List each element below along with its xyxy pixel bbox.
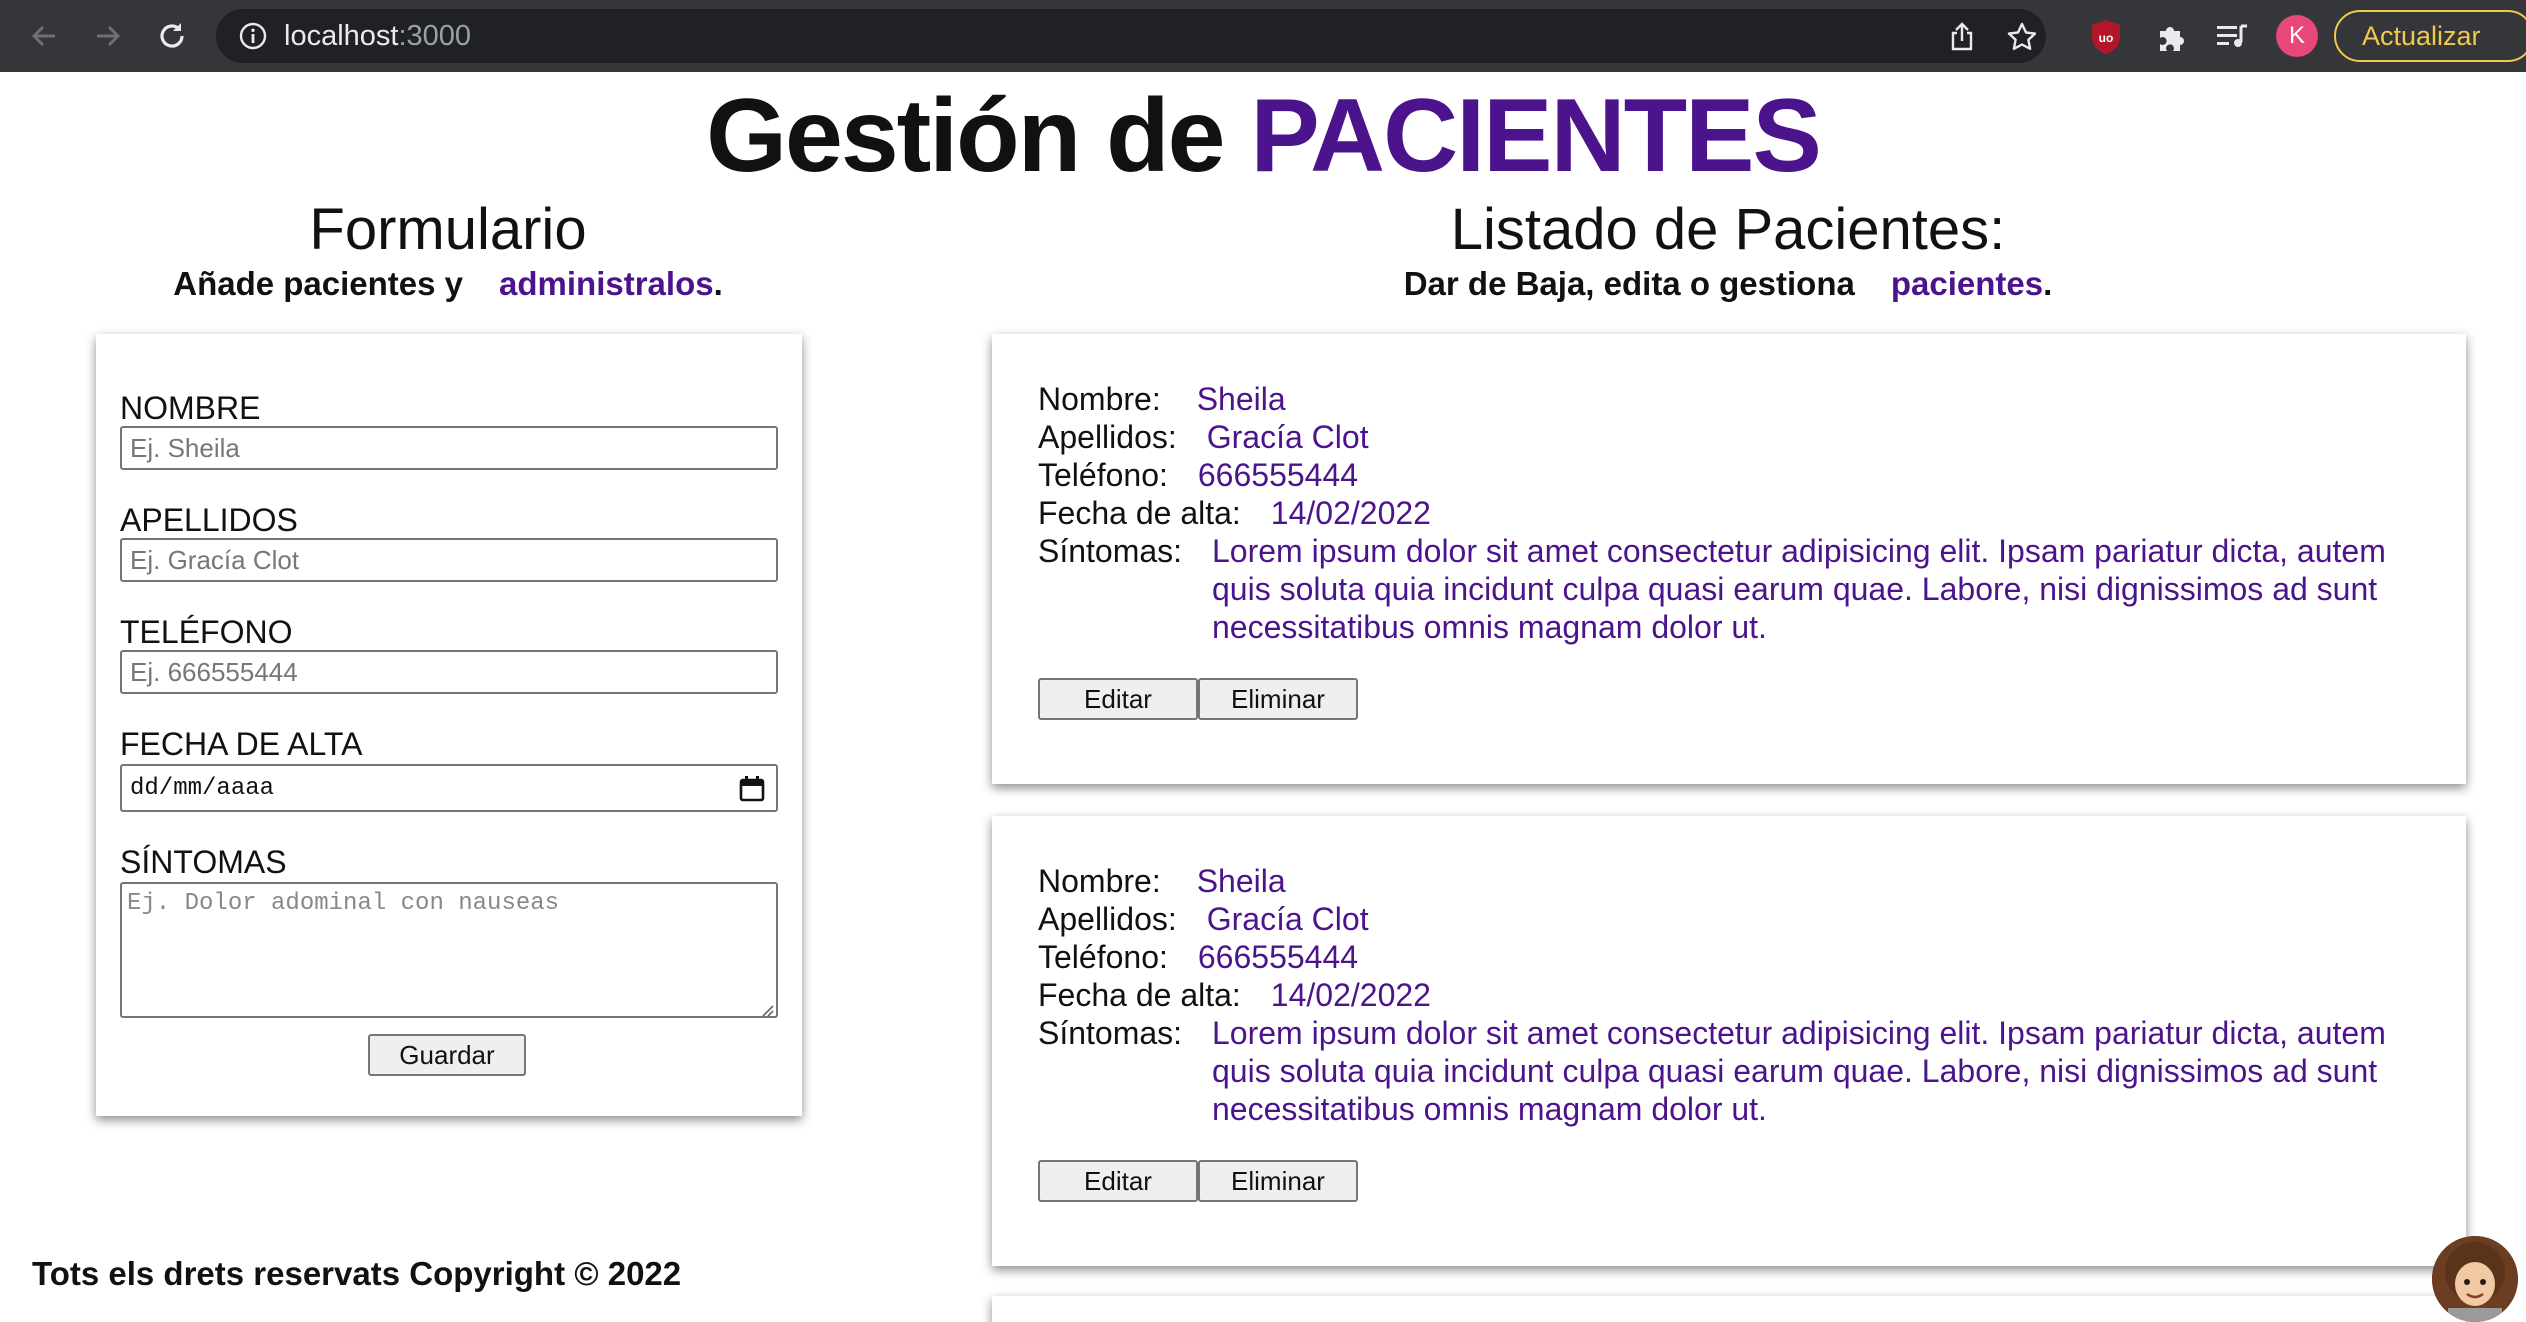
list-subtitle-accent: pacientes — [1890, 265, 2044, 302]
update-label: Actualizar — [2362, 21, 2481, 51]
back-arrow-icon[interactable] — [24, 16, 64, 56]
patient-card-partial — [992, 1296, 2466, 1322]
ublock-icon[interactable]: uo — [2086, 17, 2126, 57]
patient-nombre: Sheila — [1196, 863, 1286, 899]
patient-telefono: 666555444 — [1197, 939, 1359, 975]
footer-copyright: Tots els drets reservats Copyright © 202… — [32, 1255, 682, 1292]
calendar-icon[interactable] — [738, 775, 766, 803]
patient-sintomas: Lorem ipsum dolor sit amet consectetur a… — [1212, 533, 2386, 645]
reload-icon[interactable] — [152, 16, 192, 56]
patient-fecha-row: Fecha de alta: 14/02/2022 — [1038, 494, 1431, 532]
telefono-field-label: Teléfono: — [1038, 939, 1168, 975]
patient-telefono: 666555444 — [1197, 457, 1359, 493]
nombre-label: NOMBRE — [120, 390, 261, 426]
fecha-placeholder: dd/mm/aaaa — [130, 775, 275, 802]
list-section-title: Listado de Pacientes: — [1450, 197, 2006, 262]
star-icon[interactable] — [2006, 21, 2038, 53]
delete-button[interactable]: Eliminar — [1198, 1160, 1358, 1202]
delete-button[interactable]: Eliminar — [1198, 678, 1358, 720]
profile-avatar[interactable]: K — [2276, 15, 2318, 57]
browser-toolbar: localhost:3000 uo K Actualizar — [0, 0, 2526, 72]
list-section-subtitle: Dar de Baja, edita o gestiona pacientes. — [1328, 264, 2128, 304]
info-icon[interactable] — [238, 21, 268, 51]
patient-telefono-row: Teléfono: 666555444 — [1038, 938, 1358, 976]
apellidos-field-label: Apellidos: — [1038, 419, 1177, 455]
forward-arrow-icon[interactable] — [88, 16, 128, 56]
nombre-input[interactable]: Ej. Sheila — [120, 426, 778, 470]
url-port: :3000 — [398, 20, 472, 52]
patient-sintomas: Lorem ipsum dolor sit amet consectetur a… — [1212, 1015, 2386, 1127]
extensions-puzzle-icon[interactable] — [2150, 17, 2190, 57]
url-host: localhost — [284, 20, 399, 52]
share-icon[interactable] — [1946, 21, 1978, 53]
telefono-label: TELÉFONO — [120, 614, 293, 650]
address-bar[interactable]: localhost:3000 — [216, 9, 2046, 63]
list-subtitle-text: Dar de Baja, edita o gestiona — [1403, 265, 1855, 302]
patient-apellidos: Gracía Clot — [1206, 901, 1369, 937]
sintomas-textarea[interactable]: Ej. Dolor adominal con nauseas — [120, 882, 778, 1018]
form-subtitle-accent: administralos — [499, 265, 714, 302]
patient-fecha-row: Fecha de alta: 14/02/2022 — [1038, 976, 1431, 1014]
media-playlist-icon[interactable] — [2212, 17, 2252, 57]
list-subtitle-end: . — [2043, 265, 2053, 302]
memoji-avatar-icon — [2432, 1236, 2518, 1322]
patient-nombre-row: Nombre: Sheila — [1038, 380, 1286, 418]
patient-apellidos-row: Apellidos: Gracía Clot — [1038, 418, 1369, 456]
edit-button[interactable]: Editar — [1038, 678, 1198, 720]
apellidos-input[interactable]: Ej. Gracía Clot — [120, 538, 778, 582]
fecha-field-label: Fecha de alta: — [1038, 495, 1241, 531]
nombre-field-label: Nombre: — [1038, 381, 1161, 417]
apellidos-label: APELLIDOS — [120, 502, 298, 538]
resize-grip-icon[interactable] — [758, 998, 774, 1017]
patient-nombre: Sheila — [1196, 381, 1286, 417]
save-button[interactable]: Guardar — [368, 1034, 526, 1076]
fecha-field-label: Fecha de alta: — [1038, 977, 1241, 1013]
patient-card: Nombre: Sheila Apellidos: Gracía Clot Telé… — [992, 816, 2466, 1266]
patient-apellidos: Gracía Clot — [1206, 419, 1369, 455]
apellidos-field-label: Apellidos: — [1038, 901, 1177, 937]
page-title-accent: PACIENTES — [1250, 78, 1821, 194]
sintomas-placeholder: Ej. Dolor adominal con nauseas — [127, 890, 560, 917]
sintomas-field-label: Síntomas: — [1038, 1015, 1183, 1051]
patient-apellidos-row: Apellidos: Gracía Clot — [1038, 900, 1369, 938]
sintomas-label: SÍNTOMAS — [120, 844, 287, 880]
sintomas-field-label: Síntomas: — [1038, 533, 1183, 569]
form-subtitle-end: . — [713, 265, 723, 302]
page-title: Gestión de PACIENTES — [0, 80, 2526, 192]
url-text: localhost:3000 — [284, 21, 471, 51]
profile-initial: K — [2288, 22, 2305, 49]
patient-card: Nombre: Sheila Apellidos: Gracía Clot Telé… — [992, 334, 2466, 784]
fecha-date-input[interactable]: dd/mm/aaaa — [120, 764, 778, 812]
telefono-field-label: Teléfono: — [1038, 457, 1168, 493]
patient-form-card: NOMBRE Ej. Sheila APELLIDOS Ej. Gracía C… — [96, 334, 802, 1116]
form-section-title: Formulario — [309, 197, 587, 262]
page-title-main: Gestión de — [706, 78, 1225, 194]
form-section-subtitle: Añade pacientes y administralos. — [148, 264, 748, 304]
svg-text:uo: uo — [2099, 31, 2114, 45]
patient-nombre-row: Nombre: Sheila — [1038, 862, 1286, 900]
update-button[interactable]: Actualizar — [2334, 10, 2526, 62]
patient-telefono-row: Teléfono: 666555444 — [1038, 456, 1358, 494]
edit-button[interactable]: Editar — [1038, 1160, 1198, 1202]
patient-fecha: 14/02/2022 — [1270, 495, 1431, 531]
telefono-input[interactable]: Ej. 666555444 — [120, 650, 778, 694]
patient-fecha: 14/02/2022 — [1270, 977, 1431, 1013]
nombre-field-label: Nombre: — [1038, 863, 1161, 899]
form-subtitle-text: Añade pacientes y — [173, 265, 464, 302]
fecha-label: FECHA DE ALTA — [120, 726, 363, 762]
